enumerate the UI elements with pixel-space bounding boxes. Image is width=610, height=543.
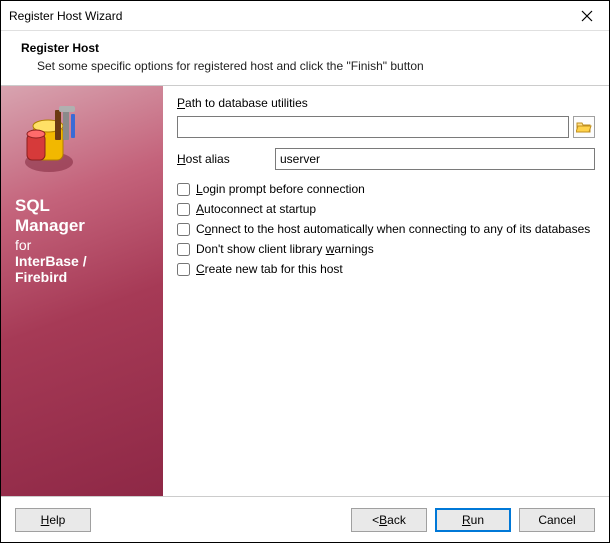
path-input[interactable] (177, 116, 569, 138)
alias-row: Host alias (177, 148, 595, 170)
path-label: Path to database utilities (177, 96, 308, 110)
option-check-1[interactable]: Autoconnect at startup (177, 202, 595, 216)
option-check-2[interactable]: Connect to the host automatically when c… (177, 222, 595, 236)
help-button[interactable]: Help (15, 508, 91, 532)
option-label-0: Login prompt before connection (196, 182, 365, 196)
wizard-body: SQL Manager for InterBase / Firebird Pat… (1, 86, 609, 496)
cancel-button[interactable]: Cancel (519, 508, 595, 532)
run-button[interactable]: Run (435, 508, 511, 532)
options-group: Login prompt before connection Autoconnec… (177, 182, 595, 276)
close-button[interactable] (565, 1, 609, 31)
brand-line2: Manager (15, 216, 85, 235)
path-row (177, 116, 595, 138)
wizard-window: Register Host Wizard Register Host Set s… (0, 0, 610, 543)
titlebar: Register Host Wizard (1, 1, 609, 31)
close-icon (581, 10, 593, 22)
option-check-0[interactable]: Login prompt before connection (177, 182, 595, 196)
wizard-footer: Help < Back Run Cancel (1, 496, 609, 542)
option-check-4[interactable]: Create new tab for this host (177, 262, 595, 276)
option-check-3[interactable]: Don't show client library warnings (177, 242, 595, 256)
brand-line4: InterBase / (15, 253, 149, 269)
brand-line5: Firebird (15, 269, 149, 285)
help-label: elp (49, 513, 65, 527)
brand-sidebar: SQL Manager for InterBase / Firebird (1, 86, 163, 496)
wizard-header: Register Host Set some specific options … (1, 31, 609, 86)
page-title: Register Host (21, 41, 595, 55)
browse-button[interactable] (573, 116, 595, 138)
option-label-1: Autoconnect at startup (196, 202, 316, 216)
option-checkbox-1[interactable] (177, 203, 190, 216)
alias-input[interactable] (275, 148, 595, 170)
folder-open-icon (576, 120, 592, 134)
brand-line3: for (15, 237, 149, 253)
page-subtitle: Set some specific options for registered… (37, 59, 595, 73)
option-label-2: Connect to the host automatically when c… (196, 222, 590, 236)
option-checkbox-4[interactable] (177, 263, 190, 276)
option-checkbox-2[interactable] (177, 223, 190, 236)
window-title: Register Host Wizard (9, 9, 565, 23)
product-icon (15, 100, 93, 178)
option-checkbox-3[interactable] (177, 243, 190, 256)
option-checkbox-0[interactable] (177, 183, 190, 196)
alias-label: Host alias (177, 152, 265, 166)
form-content: Path to database utilities Host alias Lo… (163, 86, 609, 496)
option-label-4: Create new tab for this host (196, 262, 343, 276)
option-label-3: Don't show client library warnings (196, 242, 374, 256)
path-label-row: Path to database utilities (177, 96, 595, 110)
back-button[interactable]: < Back (351, 508, 427, 532)
brand-line1: SQL (15, 196, 50, 215)
brand-text: SQL Manager for InterBase / Firebird (15, 196, 149, 285)
